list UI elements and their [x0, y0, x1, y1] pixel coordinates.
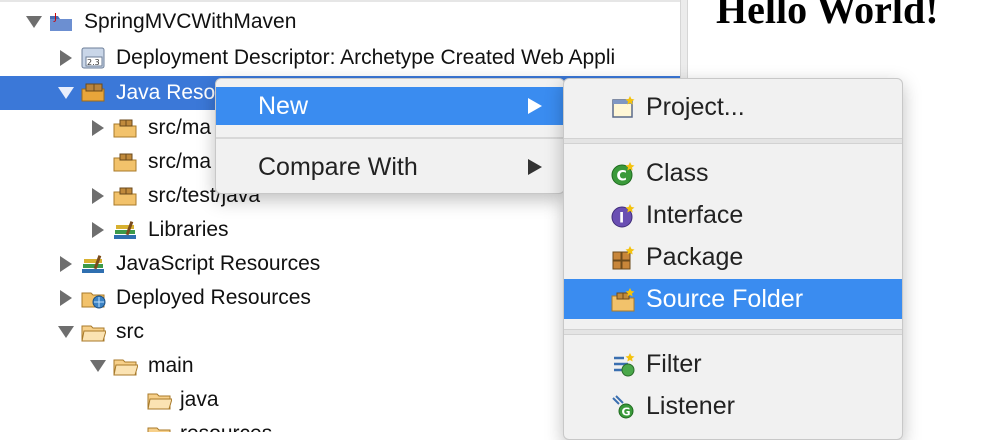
submenu-item-package[interactable]: Package: [564, 237, 902, 277]
package-folder-icon: [113, 119, 137, 138]
tree-item-label: Libraries: [148, 218, 229, 241]
tree-item-label: Deployment Descriptor: Archetype Created…: [116, 46, 616, 69]
menu-item-compare-with[interactable]: Compare With: [216, 148, 564, 186]
libraries-icon: [82, 255, 104, 273]
submenu-arrow-icon: [528, 159, 542, 175]
source-folder-icon: [611, 288, 635, 312]
new-project-icon: [612, 96, 635, 118]
tree-item-label: resources: [180, 422, 272, 432]
package-folder-icon: [113, 153, 137, 172]
submenu-item-interface[interactable]: I Interface: [564, 195, 902, 235]
java-resources-icon: [81, 83, 105, 102]
expand-down-icon[interactable]: [58, 326, 74, 338]
context-menu: New Compare With: [215, 78, 565, 194]
tree-item-deployment-descriptor[interactable]: 2.3 Deployment Descriptor: Archetype Cre…: [0, 41, 680, 75]
submenu-item-label: Package: [646, 242, 744, 271]
submenu-item-label: Listener: [646, 391, 735, 420]
package-icon: [612, 246, 635, 270]
svg-text:J: J: [53, 12, 57, 23]
deployment-descriptor-icon: 2.3: [81, 47, 105, 69]
submenu-arrow-icon: [528, 98, 542, 114]
expand-right-icon[interactable]: [92, 222, 104, 238]
menu-item-label: Compare With: [258, 152, 418, 181]
tree-item-label: SpringMVCWithMaven: [84, 10, 297, 33]
menu-separator: [216, 137, 564, 139]
new-submenu: Project... C Class I Interface Package S…: [563, 78, 903, 440]
class-icon: C: [611, 162, 635, 186]
tree-item-label: java: [180, 388, 219, 411]
listener-icon: G: [612, 395, 634, 419]
submenu-item-label: Project...: [646, 92, 745, 121]
svg-text:2.3: 2.3: [87, 58, 100, 67]
menu-item-new[interactable]: New: [216, 87, 564, 125]
submenu-item-listener[interactable]: G Listener: [564, 386, 902, 426]
expand-right-icon[interactable]: [92, 120, 104, 136]
submenu-item-label: Class: [646, 158, 709, 187]
filter-icon: [614, 353, 635, 377]
expand-right-icon[interactable]: [92, 188, 104, 204]
folder-icon: [81, 325, 106, 342]
submenu-item-label: Interface: [646, 200, 744, 229]
submenu-item-class[interactable]: C Class: [564, 153, 902, 193]
expand-right-icon[interactable]: [60, 50, 72, 66]
tree-item-label: main: [148, 354, 194, 377]
tree-item-label: src: [116, 320, 144, 343]
package-folder-icon: [113, 187, 137, 206]
menu-separator: [564, 138, 902, 144]
expand-down-icon[interactable]: [90, 360, 106, 372]
submenu-item-filter[interactable]: Filter: [564, 344, 902, 384]
expand-right-icon[interactable]: [60, 290, 72, 306]
folder-icon: [113, 359, 138, 376]
expand-right-icon[interactable]: [60, 256, 72, 272]
svg-text:G: G: [622, 406, 631, 419]
submenu-item-source-folder[interactable]: Source Folder: [564, 279, 902, 319]
tree-item-label: src/ma: [148, 150, 211, 173]
svg-text:I: I: [619, 211, 624, 227]
deployed-resources-icon: [81, 292, 106, 309]
preview-heading: Hello World!: [716, 0, 939, 32]
submenu-item-project[interactable]: Project...: [564, 87, 902, 127]
project-icon: J: [50, 12, 72, 31]
folder-icon: [147, 427, 171, 432]
libraries-icon: [114, 221, 136, 239]
tree-item-label: JavaScript Resources: [116, 252, 321, 275]
expand-down-icon[interactable]: [26, 16, 42, 28]
tree-item-label: Java Reso: [116, 81, 216, 104]
submenu-item-label: Filter: [646, 349, 702, 378]
menu-separator: [564, 329, 902, 335]
folder-icon: [147, 393, 172, 410]
expand-down-icon[interactable]: [58, 87, 74, 99]
interface-icon: I: [611, 204, 635, 228]
menu-item-label: New: [258, 91, 309, 120]
svg-text:C: C: [617, 169, 627, 185]
submenu-item-label: Source Folder: [646, 284, 804, 313]
tree-item-label: src/ma: [148, 116, 211, 139]
tree-item-label: Deployed Resources: [116, 286, 311, 309]
tree-top-edge: [0, 0, 680, 2]
tree-item-project[interactable]: J SpringMVCWithMaven: [0, 5, 680, 39]
